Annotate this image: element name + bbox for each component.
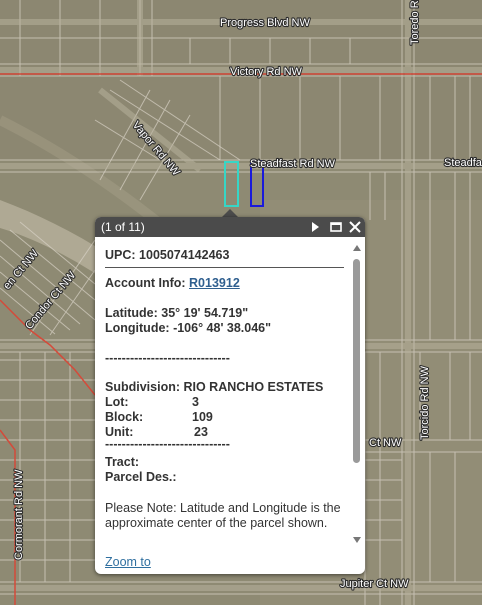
scroll-up-icon[interactable]	[353, 245, 361, 251]
account-label: Account Info:	[105, 276, 186, 290]
road-label-ct-nw: Ct NW	[369, 437, 402, 449]
account-row: Account Info: R013912	[105, 276, 240, 291]
lot-label: Lot:	[105, 395, 129, 409]
subdivision-value: RIO RANCHO ESTATES	[183, 380, 324, 394]
road-label-progress: Progress Blvd NW	[220, 17, 310, 29]
road-label-steadfast: Steadfast Rd NW	[250, 158, 336, 170]
subdivision-label: Subdivision:	[105, 380, 180, 394]
lot-value: 3	[192, 395, 199, 409]
popup-body[interactable]: UPC: 1005074142463 Account Info: R013912…	[105, 237, 350, 550]
separator: ------------------------------	[105, 437, 230, 451]
parcel-info-popup: (1 of 11) UPC: 1005074142463 Account Inf…	[95, 217, 365, 574]
longitude-row: Longitude: -106° 48' 38.046"	[105, 321, 271, 336]
road-label-toredo-top: Toredo Rd NW	[409, 0, 421, 45]
popup-header: (1 of 11)	[95, 217, 365, 237]
block-value: 109	[192, 410, 213, 424]
scroll-down-icon[interactable]	[353, 537, 361, 543]
parcel-des-label: Parcel Des.:	[105, 470, 177, 484]
road-label-jupiter: Jupiter Ct NW	[340, 578, 409, 590]
road-label-victory: Victory Rd NW	[230, 66, 303, 78]
divider	[105, 267, 344, 268]
tract-label: Tract:	[105, 455, 140, 469]
lot-row: Lot: 3	[105, 395, 199, 410]
upc-label: UPC:	[105, 248, 136, 262]
account-link[interactable]: R013912	[189, 276, 240, 290]
block-row: Block: 109	[105, 410, 213, 425]
road-label-toredo-mid: Torcido Rd NW	[419, 365, 431, 440]
upc-row: UPC: 1005074142463	[105, 248, 229, 263]
road-label-cormorant: Cormorant Rd NW	[13, 469, 25, 560]
latitude-label: Latitude:	[105, 306, 158, 320]
popup-scrollbar[interactable]	[352, 242, 362, 547]
longitude-value: -106° 48' 38.046"	[173, 321, 272, 335]
scroll-thumb[interactable]	[353, 259, 360, 463]
separator: ------------------------------	[105, 351, 230, 365]
maximize-icon[interactable]	[329, 220, 343, 234]
zoom-to-link[interactable]: Zoom to	[105, 555, 151, 569]
lat-long-note: Please Note: Latitude and Longitude is t…	[105, 501, 341, 530]
subdivision-row: Subdivision: RIO RANCHO ESTATES	[105, 380, 323, 395]
latitude-row: Latitude: 35° 19' 54.719"	[105, 306, 248, 321]
block-label: Block:	[105, 410, 144, 424]
popup-counter: (1 of 11)	[101, 220, 145, 234]
longitude-label: Longitude:	[105, 321, 170, 335]
latitude-value: 35° 19' 54.719"	[161, 306, 249, 320]
upc-value: 1005074142463	[139, 248, 230, 262]
road-label-steadfast-right: Steadfa	[444, 157, 482, 169]
next-icon[interactable]	[308, 220, 322, 234]
close-icon[interactable]	[348, 220, 362, 234]
